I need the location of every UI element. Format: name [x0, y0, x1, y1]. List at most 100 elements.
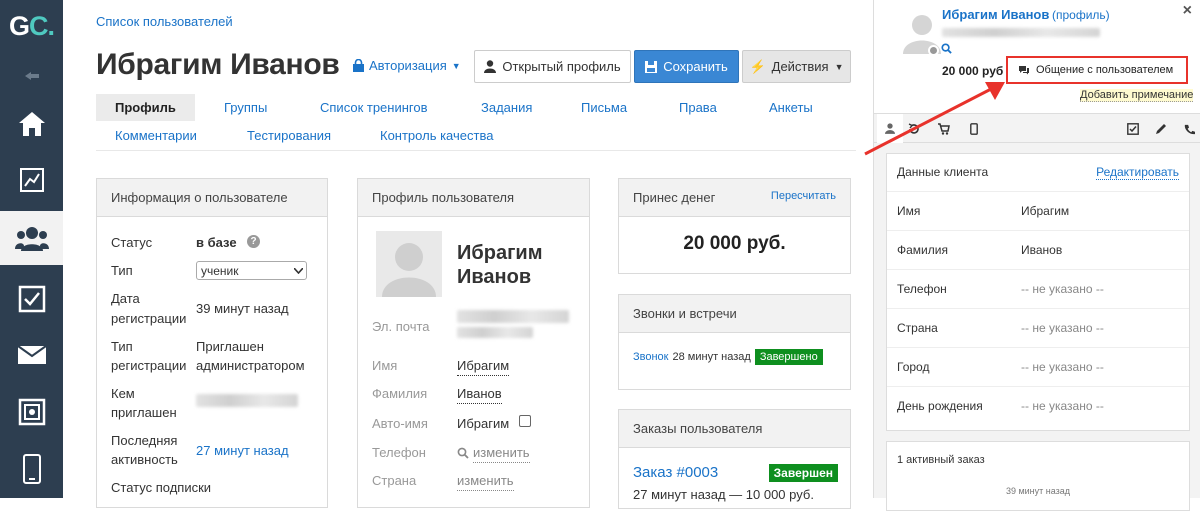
client-row-value: -- не указано --	[1021, 359, 1104, 374]
search-icon[interactable]	[941, 41, 952, 59]
phone-change-link[interactable]: изменить	[473, 443, 530, 463]
auth-dropdown[interactable]: Авторизация ▼	[353, 58, 461, 73]
side-user-name[interactable]: Ибрагим Иванов	[942, 7, 1049, 22]
client-data-panel: Данные клиента Редактировать Имя Ибрагим …	[886, 153, 1190, 431]
activity-value[interactable]: 27 минут назад	[196, 441, 289, 460]
tab-rights[interactable]: Права	[679, 100, 717, 115]
side-profile-link[interactable]: (профиль)	[1052, 8, 1110, 22]
auto-name-checkbox[interactable]	[519, 415, 531, 427]
page-title: Ибрагим Иванов	[96, 48, 340, 81]
logo-c: C.	[29, 10, 55, 41]
revenue-amount: 20 000 руб.	[683, 233, 786, 254]
last-name-value[interactable]: Иванов	[457, 384, 502, 404]
reg-type-value-line2: администратором	[196, 358, 305, 373]
phone-tab-icon[interactable]	[1184, 122, 1195, 140]
client-row-value: -- не указано --	[1021, 320, 1104, 335]
tab-tasks[interactable]: Задания	[481, 100, 532, 115]
edit-client-link[interactable]: Редактировать	[1096, 165, 1179, 180]
tab-profile[interactable]: Профиль	[96, 94, 195, 121]
type-select-value: ученик	[201, 263, 239, 278]
recalculate-link[interactable]: Пересчитать	[771, 190, 836, 202]
avatar	[376, 231, 442, 297]
client-row: Имя Ибрагим	[887, 191, 1189, 229]
type-select[interactable]: ученик	[196, 261, 307, 280]
client-row-key: Фамилия	[897, 242, 948, 257]
panel-header: Заказы пользователя	[619, 410, 850, 448]
user-info-panel: Информация о пользователе Статус в базе …	[96, 178, 328, 508]
reg-date-label-line1: Дата	[111, 291, 140, 306]
reg-date-label-line2: регистрации	[111, 311, 187, 326]
invited-label-line2: приглашен	[111, 405, 177, 420]
phone-icon[interactable]	[0, 442, 63, 496]
call-time: 28 минут назад	[672, 351, 751, 363]
add-note-link[interactable]: Добавить примечание	[1080, 89, 1194, 102]
profile-name-last: Иванов	[457, 266, 532, 288]
chat-with-user-button[interactable]: Общение с пользователем	[1006, 56, 1188, 84]
active-orders-label: 1 активный заказ	[897, 454, 985, 466]
actions-dropdown[interactable]: ⚡ Действия ▼	[742, 50, 851, 83]
save-label: Сохранить	[663, 59, 728, 74]
reg-type-label-line2: регистрации	[111, 358, 187, 373]
tab-surveys[interactable]: Анкеты	[769, 100, 813, 115]
first-name-label: Имя	[372, 358, 398, 373]
home-icon[interactable]	[0, 97, 63, 151]
client-row: Страна -- не указано --	[887, 308, 1189, 346]
country-label: Страна	[372, 473, 417, 488]
active-orders-panel: 1 активный заказ 39 минут назад	[886, 441, 1190, 511]
client-row-value: Ибрагим	[1021, 203, 1070, 218]
caret-down-icon: ▼	[834, 61, 844, 72]
status-value: в базе	[196, 235, 237, 250]
tab-comments[interactable]: Комментарии	[115, 128, 197, 143]
breadcrumb[interactable]: Список пользователей	[96, 14, 233, 29]
side-email-redacted	[942, 28, 1100, 37]
client-row-key: Телефон	[897, 281, 947, 296]
caret-down-icon: ▼	[451, 60, 461, 71]
save-button[interactable]: Сохранить	[634, 50, 739, 83]
search-icon	[457, 446, 469, 464]
order-link[interactable]: Заказ #0003	[633, 464, 718, 481]
email-redacted-2	[457, 327, 533, 338]
tab-groups[interactable]: Группы	[224, 100, 267, 115]
auth-label: Авторизация	[369, 58, 447, 73]
users-icon[interactable]	[0, 211, 63, 265]
first-name-value[interactable]: Ибрагим	[457, 356, 510, 376]
client-row-key: День рождения	[897, 398, 983, 413]
reg-type-label-line1: Тип	[111, 339, 133, 354]
panel-header: Звонки и встречи	[619, 295, 850, 333]
tab-letters[interactable]: Письма	[581, 100, 627, 115]
actions-label: Действия	[771, 59, 829, 74]
checkbox-icon[interactable]	[0, 272, 63, 326]
annotation-arrow	[864, 82, 1005, 156]
mail-icon[interactable]	[0, 328, 63, 382]
client-row-key: Имя	[897, 203, 921, 218]
pencil-tab-icon[interactable]	[1155, 122, 1167, 140]
call-entry: Звонок 28 минут назад Завершено	[633, 349, 823, 365]
tab-trainings[interactable]: Список тренингов	[320, 100, 428, 115]
client-row-value: -- не указано --	[1021, 281, 1104, 296]
client-row-value: -- не указано --	[1021, 398, 1104, 413]
orders-panel: Заказы пользователя Заказ #0003 Завершен…	[618, 409, 851, 509]
bolt-icon: ⚡	[749, 58, 766, 74]
close-icon[interactable]: ×	[1183, 2, 1192, 20]
tab-testing[interactable]: Тестирования	[247, 128, 331, 143]
order-status-badge: Завершен	[768, 464, 838, 482]
user-icon	[484, 60, 497, 73]
check-tab-icon[interactable]	[1127, 122, 1139, 140]
sidebar: G C.	[0, 0, 63, 498]
safe-icon[interactable]	[0, 385, 63, 439]
email-label: Эл. почта	[372, 319, 430, 334]
open-profile-label: Открытый профиль	[502, 59, 621, 74]
tab-quality[interactable]: Контроль качества	[380, 128, 493, 143]
country-change-link[interactable]: изменить	[457, 471, 514, 491]
floppy-icon	[645, 60, 658, 73]
call-link[interactable]: Звонок	[633, 351, 669, 363]
status-label: Статус	[111, 235, 153, 250]
chart-icon[interactable]	[0, 153, 63, 207]
help-icon[interactable]: ?	[247, 235, 260, 248]
auto-name-label: Авто-имя	[372, 416, 428, 431]
open-profile-button[interactable]: Открытый профиль	[474, 50, 631, 83]
client-row: Телефон -- не указано --	[887, 269, 1189, 307]
email-redacted-1	[457, 310, 569, 323]
collapse-icon[interactable]	[0, 52, 63, 100]
logo[interactable]: G C.	[0, 0, 63, 52]
